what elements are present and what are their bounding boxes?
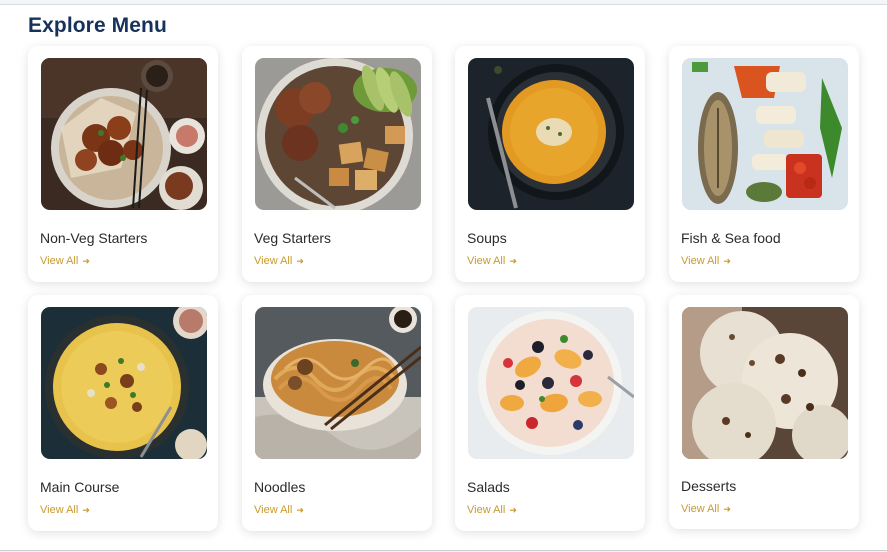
category-card-noodles[interactable]: Noodles View All ➜ (242, 295, 432, 531)
bottom-divider (0, 550, 887, 551)
arrow-right-icon: ➜ (723, 256, 731, 266)
category-card-non-veg-starters[interactable]: Non-Veg Starters View All ➜ (28, 46, 218, 282)
view-all-link[interactable]: View All ➜ (681, 503, 731, 515)
arrow-right-icon: ➜ (82, 256, 90, 266)
arrow-right-icon: ➜ (296, 505, 304, 515)
view-all-link[interactable]: View All ➜ (467, 255, 517, 267)
main-course-image[interactable] (41, 307, 207, 459)
view-all-link[interactable]: View All ➜ (40, 504, 90, 516)
view-all-link[interactable]: View All ➜ (254, 255, 304, 267)
view-all-link[interactable]: View All ➜ (681, 255, 731, 267)
fish-seafood-image[interactable] (682, 58, 848, 210)
veg-starters-image[interactable] (255, 58, 421, 210)
arrow-right-icon: ➜ (509, 256, 517, 266)
noodles-image[interactable] (255, 307, 421, 459)
category-card-fish-seafood[interactable]: Fish & Sea food View All ➜ (669, 46, 859, 282)
category-label: Soups (467, 230, 507, 246)
view-all-link[interactable]: View All ➜ (467, 504, 517, 516)
non-veg-starters-image[interactable] (41, 58, 207, 210)
salads-image[interactable] (468, 307, 634, 459)
category-label: Non-Veg Starters (40, 230, 148, 246)
view-all-link[interactable]: View All ➜ (40, 255, 90, 267)
arrow-right-icon: ➜ (296, 256, 304, 266)
category-card-desserts[interactable]: Desserts View All ➜ (669, 295, 859, 529)
category-card-salads[interactable]: Salads View All ➜ (455, 295, 645, 531)
desserts-image[interactable] (682, 307, 848, 459)
category-label: Main Course (40, 479, 120, 495)
view-all-link[interactable]: View All ➜ (254, 504, 304, 516)
arrow-right-icon: ➜ (82, 505, 90, 515)
category-label: Fish & Sea food (681, 230, 781, 246)
category-label: Desserts (681, 478, 737, 494)
section-title: Explore Menu (28, 14, 167, 37)
arrow-right-icon: ➜ (509, 505, 517, 515)
category-card-soups[interactable]: Soups View All ➜ (455, 46, 645, 282)
arrow-right-icon: ➜ (723, 504, 731, 514)
category-label: Noodles (254, 479, 306, 495)
category-label: Salads (467, 479, 510, 495)
soups-image[interactable] (468, 58, 634, 210)
category-card-main-course[interactable]: Main Course View All ➜ (28, 295, 218, 531)
category-card-veg-starters[interactable]: Veg Starters View All ➜ (242, 46, 432, 282)
category-label: Veg Starters (254, 230, 332, 246)
